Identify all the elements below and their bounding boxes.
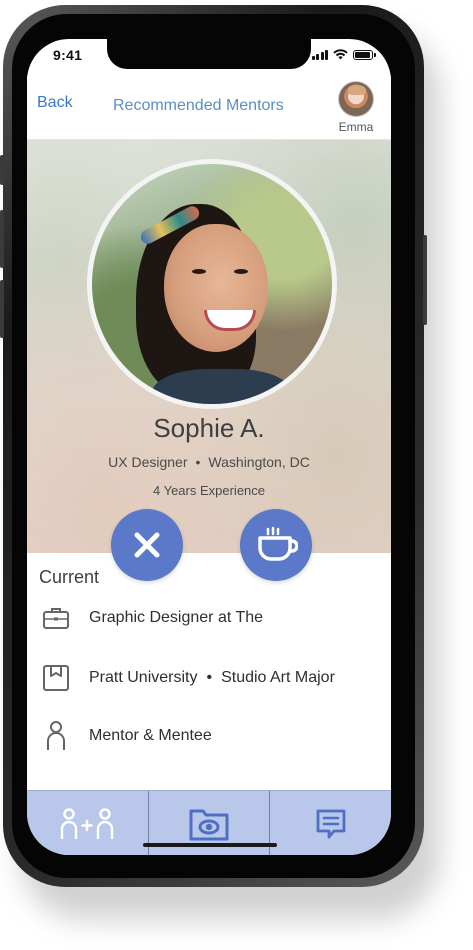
battery-icon [353, 49, 376, 60]
notch [107, 39, 311, 69]
relationship-text: Mentor & Mentee [89, 727, 212, 744]
briefcase-icon [41, 603, 71, 633]
job-title: Graphic Designer at The [89, 609, 264, 626]
close-icon [134, 532, 160, 558]
mentor-experience: 4 Years Experience [152, 483, 266, 498]
section-current-label: Current [39, 567, 100, 587]
mentor-name: Sophie A. [153, 413, 265, 443]
back-button[interactable]: Back [37, 94, 73, 112]
dismiss-button[interactable] [111, 509, 183, 581]
school-name: Pratt University [89, 669, 198, 686]
volume-down-button [0, 280, 4, 338]
mentor-location: Washington, DC [208, 454, 310, 470]
phone-screen: 9:41 Back Recommended Mentors Emma Sophi… [27, 39, 391, 855]
mentor-role: UX Designer [108, 454, 188, 470]
coffee-chat-button[interactable] [240, 509, 312, 581]
separator-dot: • [195, 454, 201, 470]
status-time: 9:41 [53, 47, 83, 63]
mute-switch [0, 155, 4, 185]
separator-dot: • [206, 669, 213, 686]
wifi-icon [333, 49, 348, 60]
navigation-bar: Back Recommended Mentors Emma [27, 75, 391, 140]
power-button [423, 235, 427, 325]
tab-messages[interactable] [270, 791, 391, 855]
profile-details: Current Graphic Designer at The Pratt Un… [27, 553, 391, 790]
home-indicator[interactable] [143, 843, 277, 847]
user-avatar-name: Emma [338, 120, 374, 134]
user-avatar[interactable] [338, 81, 374, 117]
profile-hero: Sophie A. UX Designer • Washington, DC 4 Y… [27, 140, 391, 553]
education-row: Pratt University • Studio Art Major [41, 663, 335, 693]
page-title: Recommended Mentors [113, 97, 284, 114]
chat-icon [316, 809, 346, 838]
cellular-signal-icon [311, 49, 328, 60]
person-icon [41, 721, 71, 751]
notebook-icon [41, 663, 71, 693]
camera-icon [189, 809, 229, 840]
tab-mentors[interactable] [27, 791, 149, 855]
mentor-profile-photo [87, 159, 337, 409]
job-row: Graphic Designer at The [41, 603, 263, 633]
coffee-cup-icon [258, 526, 298, 561]
volume-up-button [0, 210, 4, 268]
mentor-role-location: UX Designer • Washington, DC [27, 454, 391, 470]
status-icons [311, 49, 376, 60]
education-text: Pratt University • Studio Art Major [89, 669, 335, 687]
add-mentor-icon [61, 807, 114, 839]
major-name: Studio Art Major [221, 669, 335, 686]
relationship-row: Mentor & Mentee [41, 721, 212, 751]
